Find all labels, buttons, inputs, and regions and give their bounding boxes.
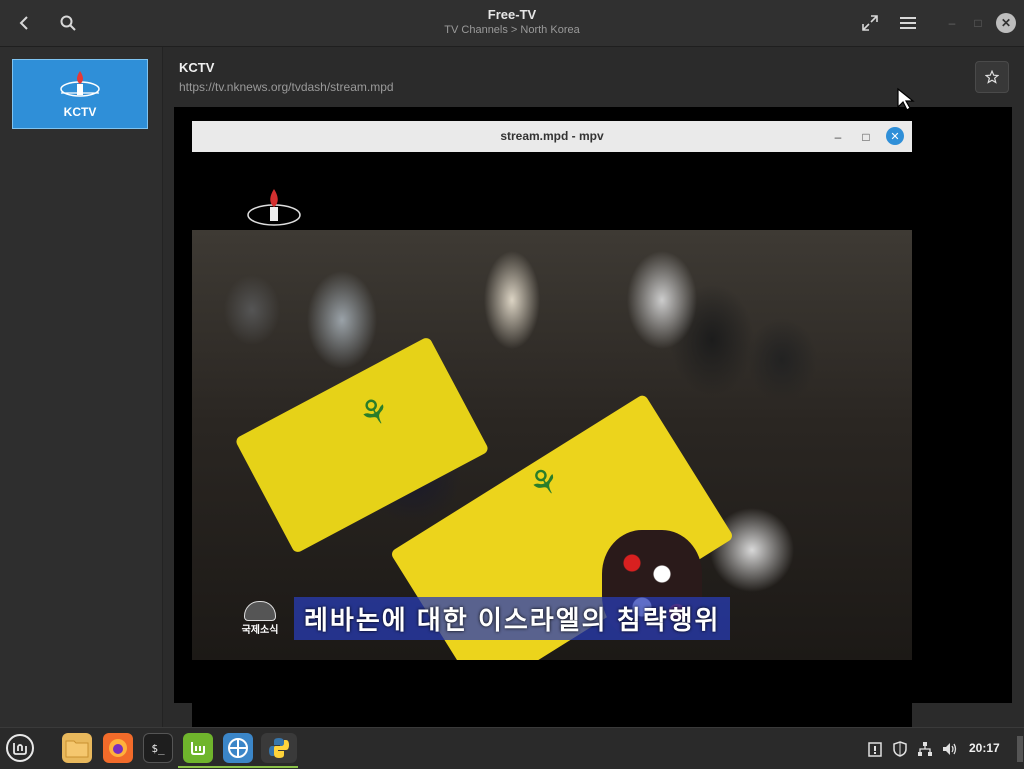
maximize-button[interactable]: □	[969, 14, 987, 32]
mpv-close-button[interactable]: ✕	[886, 127, 904, 145]
software-manager-button[interactable]	[183, 733, 213, 763]
favorite-button[interactable]	[975, 61, 1009, 93]
taskbar: $_ 20:17	[0, 727, 1024, 769]
close-icon: ✕	[1000, 16, 1012, 30]
minimize-icon: –	[948, 16, 956, 30]
fullscreen-button[interactable]	[855, 8, 885, 38]
maximize-icon: □	[974, 16, 982, 30]
mouse-cursor-icon	[897, 87, 915, 111]
mpv-maximize-button[interactable]: □	[858, 129, 874, 145]
globe-icon	[244, 600, 276, 621]
terminal-icon: $_	[151, 741, 165, 755]
hamburger-icon	[900, 17, 916, 29]
volume-icon	[943, 743, 957, 755]
stream-url[interactable]: https://tv.nknews.org/tvdash/stream.mpd	[179, 80, 394, 94]
headerbar: Free-TV TV Channels > North Korea – □ ✕	[0, 0, 1024, 47]
terminal-button[interactable]: $_	[143, 733, 173, 763]
channel-tile-kctv[interactable]: KCTV	[12, 59, 148, 129]
star-icon	[985, 70, 999, 84]
python-icon	[269, 738, 289, 758]
clipboard-alert-icon	[868, 742, 882, 757]
mint-logo-icon	[191, 742, 205, 755]
main-menu-button[interactable]	[893, 8, 923, 38]
update-manager-tray[interactable]	[866, 740, 884, 758]
maximize-icon: □	[862, 130, 870, 144]
news-segment-logo: 국제소식	[232, 598, 288, 638]
kctv-watermark-icon	[247, 189, 301, 226]
files-button[interactable]	[62, 733, 92, 763]
firefox-icon	[109, 739, 127, 757]
security-tray[interactable]	[891, 740, 909, 758]
kctv-logo-icon	[60, 71, 100, 97]
folder-icon	[65, 740, 89, 758]
clock[interactable]: 20:17	[969, 741, 1000, 755]
news-caption: 국제소식 레바논에 대한 이스라엘의 침략행위	[232, 596, 731, 640]
mpv-window-title: stream.mpd - mpv	[500, 129, 604, 143]
freetv-button[interactable]	[223, 733, 253, 763]
channel-sidebar: KCTV	[0, 47, 163, 727]
news-segment-label: 국제소식	[241, 624, 279, 636]
minimize-button[interactable]: –	[943, 14, 961, 32]
mpv-minimize-button[interactable]: –	[830, 129, 846, 145]
expand-icon	[862, 15, 878, 31]
volume-tray[interactable]	[941, 740, 959, 758]
network-icon	[918, 742, 932, 756]
python-button[interactable]	[261, 733, 297, 763]
channel-tile-label: KCTV	[63, 105, 97, 119]
shield-icon	[893, 741, 907, 757]
channel-title: KCTV	[179, 60, 215, 75]
news-caption-text: 레바논에 대한 이스라엘의 침략행위	[294, 596, 731, 640]
mpv-window: stream.mpd - mpv – □ ✕ ⚘ ⚘ 국제소식 레바논에 대한 …	[192, 121, 912, 727]
close-icon: ✕	[890, 130, 900, 143]
freetv-icon	[228, 738, 248, 758]
video-frame[interactable]: ⚘ ⚘ 국제소식 레바논에 대한 이스라엘의 침략행위	[192, 230, 912, 660]
start-menu-button[interactable]	[5, 733, 35, 763]
minimize-icon: –	[834, 130, 842, 144]
firefox-button[interactable]	[103, 733, 133, 763]
show-desktop-button[interactable]	[1017, 736, 1023, 762]
close-button[interactable]: ✕	[996, 13, 1016, 33]
network-tray[interactable]	[916, 740, 934, 758]
mint-menu-icon	[6, 734, 34, 762]
mpv-titlebar[interactable]: stream.mpd - mpv – □ ✕	[192, 121, 912, 152]
